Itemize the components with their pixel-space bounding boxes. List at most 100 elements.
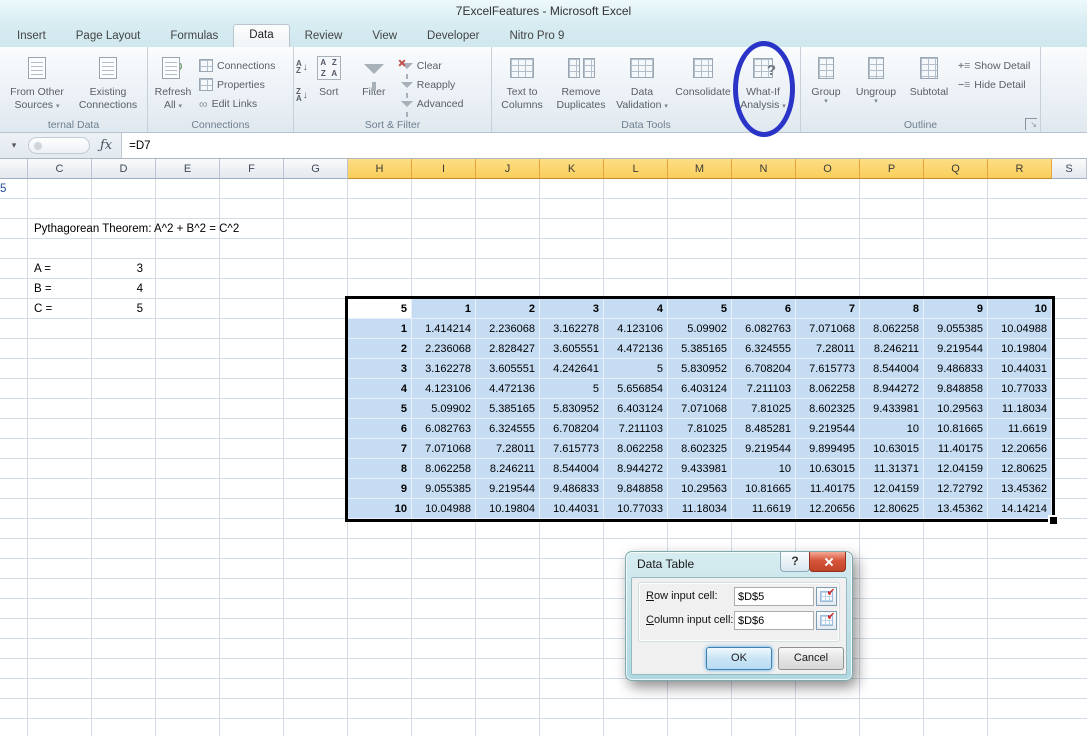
table-cell[interactable]: 7.81025: [732, 399, 796, 419]
table-cell[interactable]: 8.602325: [668, 439, 732, 459]
column-header-j[interactable]: J: [476, 159, 540, 179]
sort-za-button[interactable]: ZA ↓: [296, 86, 308, 104]
table-cell[interactable]: 5.656854: [604, 379, 668, 399]
edit-links-button[interactable]: ∞ Edit Links: [196, 94, 278, 113]
column-header-l[interactable]: L: [604, 159, 668, 179]
table-cell[interactable]: 9.219544: [924, 339, 988, 359]
tab-data[interactable]: Data: [233, 24, 289, 47]
table-cell[interactable]: 9.433981: [668, 459, 732, 479]
connections-button[interactable]: Connections: [196, 56, 278, 75]
remove-duplicates-button[interactable]: Remove Duplicates: [550, 50, 612, 111]
table-cell[interactable]: 7.81025: [668, 419, 732, 439]
table-cell[interactable]: 10.63015: [796, 459, 860, 479]
filter-button[interactable]: Filter: [350, 50, 398, 99]
table-cell[interactable]: 10.81665: [924, 419, 988, 439]
table-cell[interactable]: 7.071068: [412, 439, 476, 459]
tab-insert[interactable]: Insert: [2, 25, 61, 47]
hide-detail-button[interactable]: −≡ Hide Detail: [955, 75, 1033, 94]
clear-filter-button[interactable]: Clear: [398, 56, 467, 75]
table-cell[interactable]: 11.18034: [668, 499, 732, 519]
table-row-header[interactable]: 3: [348, 359, 412, 379]
table-cell[interactable]: 10.63015: [860, 439, 924, 459]
table-row-header[interactable]: 8: [348, 459, 412, 479]
column-header-m[interactable]: M: [668, 159, 732, 179]
table-col-header[interactable]: 10: [988, 299, 1052, 319]
table-cell[interactable]: 8.062258: [796, 379, 860, 399]
active-cell-table-corner[interactable]: 5: [348, 299, 412, 319]
table-cell[interactable]: 5.385165: [668, 339, 732, 359]
group-button[interactable]: Group ▾: [803, 50, 849, 105]
data-validation-button[interactable]: Data Validation ▾: [612, 50, 672, 111]
table-col-header[interactable]: 1: [412, 299, 476, 319]
cell-b-label[interactable]: B =: [34, 279, 52, 299]
tab-formulas[interactable]: Formulas: [155, 25, 233, 47]
table-cell[interactable]: 4.123106: [412, 379, 476, 399]
refresh-all-button[interactable]: ↻ Refresh All ▾: [150, 50, 196, 111]
table-cell[interactable]: 10.19804: [988, 339, 1052, 359]
table-col-header[interactable]: 4: [604, 299, 668, 319]
table-cell[interactable]: 3.162278: [540, 319, 604, 339]
fill-handle[interactable]: [1048, 515, 1059, 526]
table-cell[interactable]: 1.414214: [412, 319, 476, 339]
table-cell[interactable]: 7.28011: [796, 339, 860, 359]
cell-c-label[interactable]: C =: [34, 299, 52, 319]
table-cell[interactable]: 6.082763: [732, 319, 796, 339]
table-cell[interactable]: 11.40175: [924, 439, 988, 459]
table-cell[interactable]: 8.062258: [412, 459, 476, 479]
cell-a-label[interactable]: A =: [34, 259, 51, 279]
reapply-button[interactable]: Reapply: [398, 75, 467, 94]
row-input-range-picker[interactable]: ↙: [816, 587, 837, 606]
column-header-r[interactable]: R: [988, 159, 1052, 179]
table-cell[interactable]: 10.81665: [732, 479, 796, 499]
column-header-c[interactable]: C: [28, 159, 92, 179]
table-col-header[interactable]: 5: [668, 299, 732, 319]
table-cell[interactable]: 6.082763: [412, 419, 476, 439]
column-header-q[interactable]: Q: [924, 159, 988, 179]
table-cell[interactable]: 5.09902: [412, 399, 476, 419]
fx-icon[interactable]: ƒx: [100, 138, 112, 153]
table-cell[interactable]: 10.77033: [988, 379, 1052, 399]
help-button[interactable]: ?: [780, 552, 810, 572]
table-cell[interactable]: 8.544004: [860, 359, 924, 379]
table-cell[interactable]: 8.485281: [732, 419, 796, 439]
column-header-s[interactable]: S: [1052, 159, 1087, 179]
advanced-filter-button[interactable]: Advanced: [398, 94, 467, 113]
table-cell[interactable]: 6.403124: [668, 379, 732, 399]
table-cell[interactable]: 6.403124: [604, 399, 668, 419]
column-header-o[interactable]: O: [796, 159, 860, 179]
column-header-k[interactable]: K: [540, 159, 604, 179]
table-cell[interactable]: 9.486833: [924, 359, 988, 379]
table-cell[interactable]: 9.219544: [796, 419, 860, 439]
table-cell[interactable]: 10.44031: [988, 359, 1052, 379]
table-cell[interactable]: 9.219544: [732, 439, 796, 459]
column-header-p[interactable]: P: [860, 159, 924, 179]
column-header-d[interactable]: D: [92, 159, 156, 179]
cell-a-value[interactable]: 3: [92, 259, 150, 279]
table-cell[interactable]: 6.324555: [732, 339, 796, 359]
table-cell[interactable]: 4.472136: [476, 379, 540, 399]
table-cell[interactable]: 3.162278: [412, 359, 476, 379]
table-cell[interactable]: 11.6619: [988, 419, 1052, 439]
table-cell[interactable]: 3.605551: [476, 359, 540, 379]
existing-connections-button[interactable]: Existing Connections: [72, 50, 144, 111]
table-cell[interactable]: 12.20656: [796, 499, 860, 519]
table-cell[interactable]: 10.77033: [604, 499, 668, 519]
table-cell[interactable]: 2.828427: [476, 339, 540, 359]
table-row-header[interactable]: 7: [348, 439, 412, 459]
table-cell[interactable]: 7.615773: [540, 439, 604, 459]
table-cell[interactable]: 3.605551: [540, 339, 604, 359]
table-cell[interactable]: 8.062258: [604, 439, 668, 459]
table-cell[interactable]: 8.944272: [860, 379, 924, 399]
cancel-button[interactable]: Cancel: [778, 647, 844, 670]
cell-b-value[interactable]: 4: [92, 279, 150, 299]
table-col-header[interactable]: 6: [732, 299, 796, 319]
table-cell[interactable]: 10.29563: [668, 479, 732, 499]
column-header-g[interactable]: G: [284, 159, 348, 179]
table-cell[interactable]: 9.848858: [924, 379, 988, 399]
table-cell[interactable]: 2.236068: [412, 339, 476, 359]
table-cell[interactable]: 7.28011: [476, 439, 540, 459]
table-cell[interactable]: 11.18034: [988, 399, 1052, 419]
table-cell[interactable]: 8.246211: [476, 459, 540, 479]
table-row-header[interactable]: 6: [348, 419, 412, 439]
properties-button[interactable]: Properties: [196, 75, 278, 94]
